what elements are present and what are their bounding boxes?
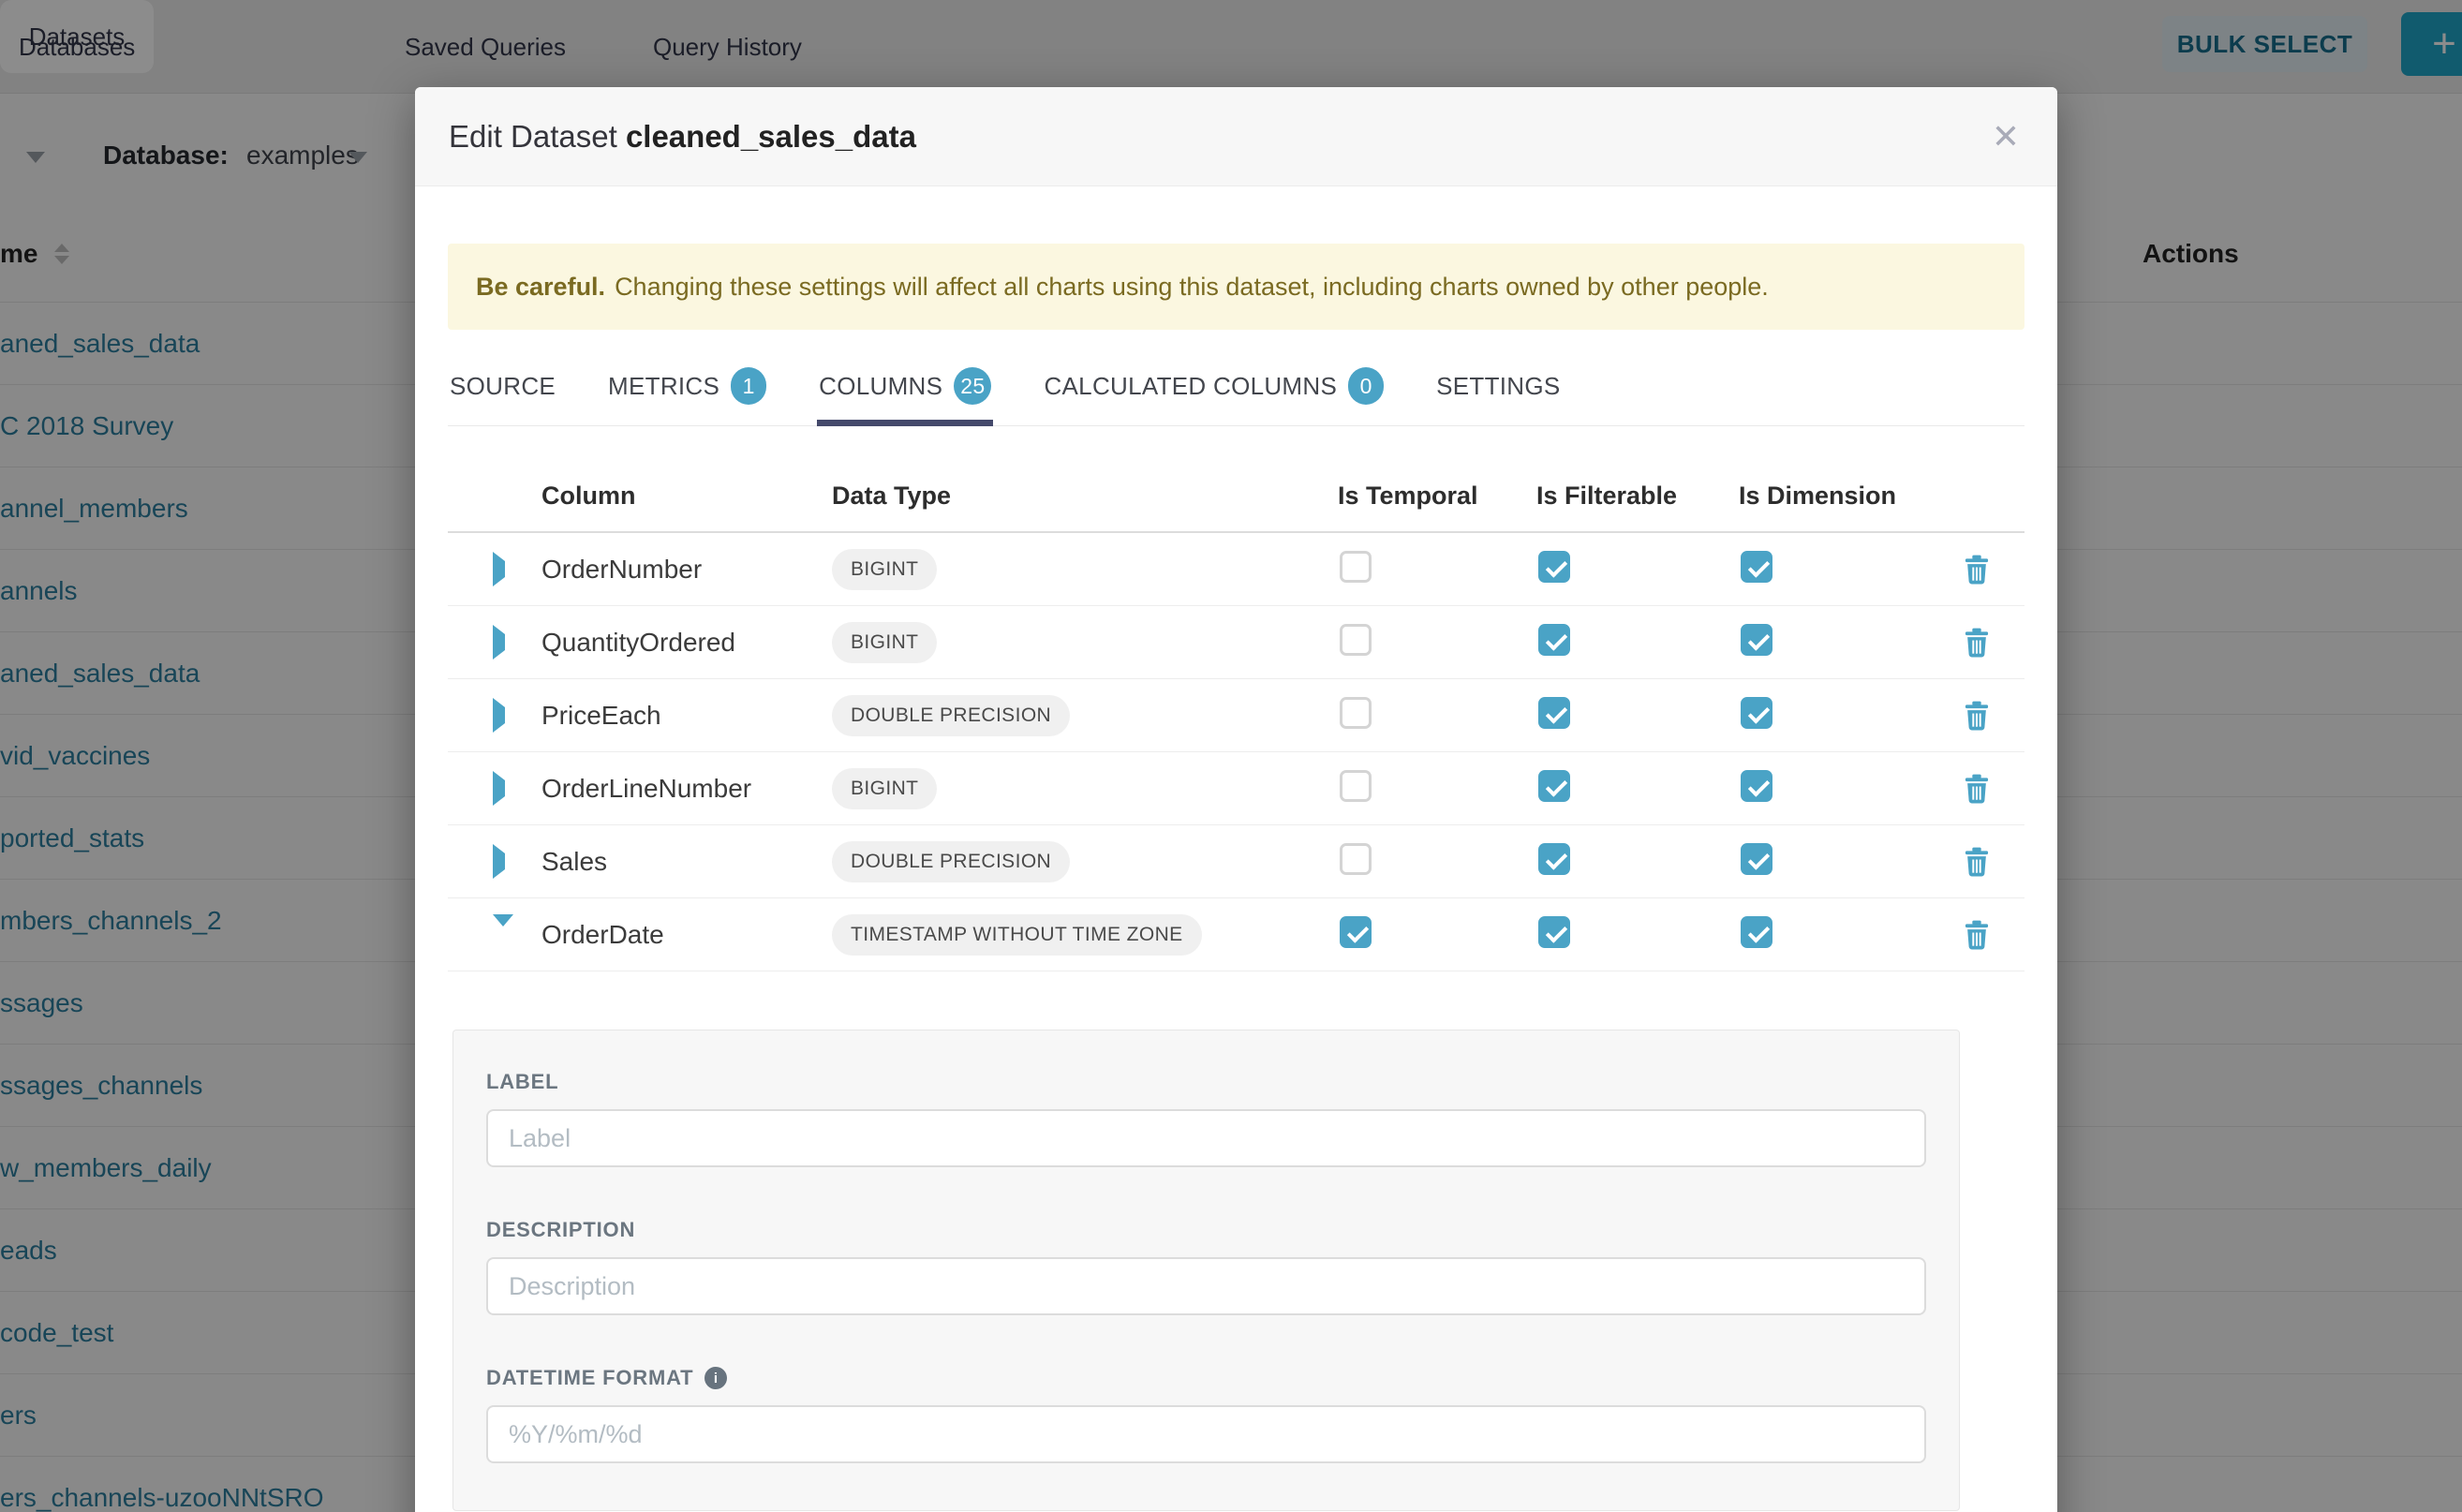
modal-title-dataset-name: cleaned_sales_data xyxy=(626,119,916,154)
tab-metrics-label: METRICS xyxy=(608,372,719,401)
datetime-format-input[interactable] xyxy=(486,1405,1926,1463)
is-temporal-checkbox[interactable] xyxy=(1340,770,1372,802)
is-filterable-checkbox[interactable] xyxy=(1538,624,1570,656)
columns-count-badge: 25 xyxy=(954,367,991,405)
trash-icon[interactable] xyxy=(1963,774,1991,804)
warning-banner: Be careful. Changing these settings will… xyxy=(448,244,2024,330)
label-field-group: LABEL xyxy=(486,1070,1926,1167)
is-filterable-checkbox[interactable] xyxy=(1538,697,1570,729)
is-temporal-checkbox[interactable] xyxy=(1340,916,1372,948)
trash-icon[interactable] xyxy=(1963,701,1991,731)
modal-body: Be careful. Changing these settings will… xyxy=(415,244,2057,1511)
description-field-label: DESCRIPTION xyxy=(486,1218,1926,1242)
table-row: OrderNumber BIGINT xyxy=(448,533,2024,606)
trash-icon[interactable] xyxy=(1963,847,1991,877)
data-type-pill: DOUBLE PRECISION xyxy=(832,695,1070,736)
is-temporal-checkbox[interactable] xyxy=(1340,551,1372,583)
caret-right-icon[interactable] xyxy=(493,771,505,806)
tab-calculated-columns-label: CALCULATED COLUMNS xyxy=(1044,372,1337,401)
label-field-label: LABEL xyxy=(486,1070,1926,1094)
datetime-format-label-text: DATETIME FORMAT xyxy=(486,1366,693,1390)
tab-source[interactable]: SOURCE xyxy=(448,356,557,426)
label-field-label-text: LABEL xyxy=(486,1070,558,1094)
modal-title-prefix: Edit Dataset xyxy=(449,119,617,154)
close-icon[interactable]: ✕ xyxy=(1992,120,2020,154)
is-dimension-checkbox[interactable] xyxy=(1741,624,1772,656)
tab-settings-label: SETTINGS xyxy=(1436,372,1560,401)
is-temporal-checkbox[interactable] xyxy=(1340,697,1372,729)
description-input[interactable] xyxy=(486,1257,1926,1315)
edit-dataset-modal: Edit Dataset cleaned_sales_data ✕ Be car… xyxy=(415,87,2057,1512)
column-name: QuantityOrdered xyxy=(541,628,832,658)
data-type-pill: BIGINT xyxy=(832,549,937,590)
tab-calculated-columns[interactable]: CALCULATED COLUMNS 0 xyxy=(1042,356,1386,426)
table-row: QuantityOrdered BIGINT xyxy=(448,606,2024,679)
column-name: OrderNumber xyxy=(541,555,832,585)
datetime-format-field-label: DATETIME FORMAT i xyxy=(486,1366,1926,1390)
caret-right-icon[interactable] xyxy=(493,625,505,660)
is-filterable-checkbox[interactable] xyxy=(1538,916,1570,948)
description-field-group: DESCRIPTION xyxy=(486,1218,1926,1315)
is-dimension-checkbox[interactable] xyxy=(1741,697,1772,729)
label-input[interactable] xyxy=(486,1109,1926,1167)
column-name: PriceEach xyxy=(541,701,832,731)
is-dimension-checkbox[interactable] xyxy=(1741,770,1772,802)
modal-tabs: SOURCE METRICS 1 COLUMNS 25 CALCULATED C… xyxy=(448,356,2024,426)
warning-banner-text: Changing these settings will affect all … xyxy=(615,273,1769,302)
is-dimension-checkbox[interactable] xyxy=(1741,843,1772,875)
is-dimension-header: Is Dimension xyxy=(1739,482,1945,511)
tab-columns[interactable]: COLUMNS 25 xyxy=(817,356,993,426)
table-row: Sales DOUBLE PRECISION xyxy=(448,825,2024,898)
tab-columns-label: COLUMNS xyxy=(819,372,942,401)
data-type-pill: BIGINT xyxy=(832,768,937,809)
metrics-count-badge: 1 xyxy=(731,367,766,405)
table-row: OrderLineNumber BIGINT xyxy=(448,752,2024,825)
tab-metrics[interactable]: METRICS 1 xyxy=(606,356,768,426)
is-dimension-checkbox[interactable] xyxy=(1741,551,1772,583)
columns-table-header: Column Data Type Is Temporal Is Filterab… xyxy=(448,460,2024,533)
trash-icon[interactable] xyxy=(1963,628,1991,658)
data-type-pill: DOUBLE PRECISION xyxy=(832,841,1070,882)
modal-header: Edit Dataset cleaned_sales_data ✕ xyxy=(415,87,2057,186)
is-filterable-checkbox[interactable] xyxy=(1538,843,1570,875)
tab-settings[interactable]: SETTINGS xyxy=(1434,356,1562,426)
caret-down-icon[interactable] xyxy=(493,914,513,942)
column-name: Sales xyxy=(541,847,832,877)
is-filterable-checkbox[interactable] xyxy=(1538,770,1570,802)
is-temporal-checkbox[interactable] xyxy=(1340,624,1372,656)
table-row: OrderDate TIMESTAMP WITHOUT TIME ZONE xyxy=(448,898,2024,971)
trash-icon[interactable] xyxy=(1963,920,1991,950)
trash-icon[interactable] xyxy=(1963,555,1991,585)
is-filterable-header: Is Filterable xyxy=(1536,482,1739,511)
column-detail-panel: LABEL DESCRIPTION DATETIME FORMAT i xyxy=(452,1030,1960,1511)
data-type-pill: TIMESTAMP WITHOUT TIME ZONE xyxy=(832,914,1202,956)
calculated-columns-count-badge: 0 xyxy=(1348,367,1384,405)
data-type-pill: BIGINT xyxy=(832,622,937,663)
table-row: PriceEach DOUBLE PRECISION xyxy=(448,679,2024,752)
modal-title: Edit Dataset cleaned_sales_data xyxy=(449,119,916,155)
description-field-label-text: DESCRIPTION xyxy=(486,1218,635,1242)
warning-banner-bold: Be careful. xyxy=(476,273,605,302)
column-name: OrderDate xyxy=(541,920,832,950)
is-temporal-header: Is Temporal xyxy=(1338,482,1536,511)
is-filterable-checkbox[interactable] xyxy=(1538,551,1570,583)
data-type-header: Data Type xyxy=(832,482,1338,511)
is-dimension-checkbox[interactable] xyxy=(1741,916,1772,948)
column-header: Column xyxy=(541,482,832,511)
page: Databases Datasets Saved Queries Query H… xyxy=(0,0,2462,1512)
column-name: OrderLineNumber xyxy=(541,774,832,804)
datetime-format-field-group: DATETIME FORMAT i xyxy=(486,1366,1926,1463)
tab-source-label: SOURCE xyxy=(450,372,556,401)
is-temporal-checkbox[interactable] xyxy=(1340,843,1372,875)
caret-right-icon[interactable] xyxy=(493,698,505,733)
caret-right-icon[interactable] xyxy=(493,844,505,879)
caret-right-icon[interactable] xyxy=(493,552,505,586)
info-icon[interactable]: i xyxy=(704,1367,727,1389)
